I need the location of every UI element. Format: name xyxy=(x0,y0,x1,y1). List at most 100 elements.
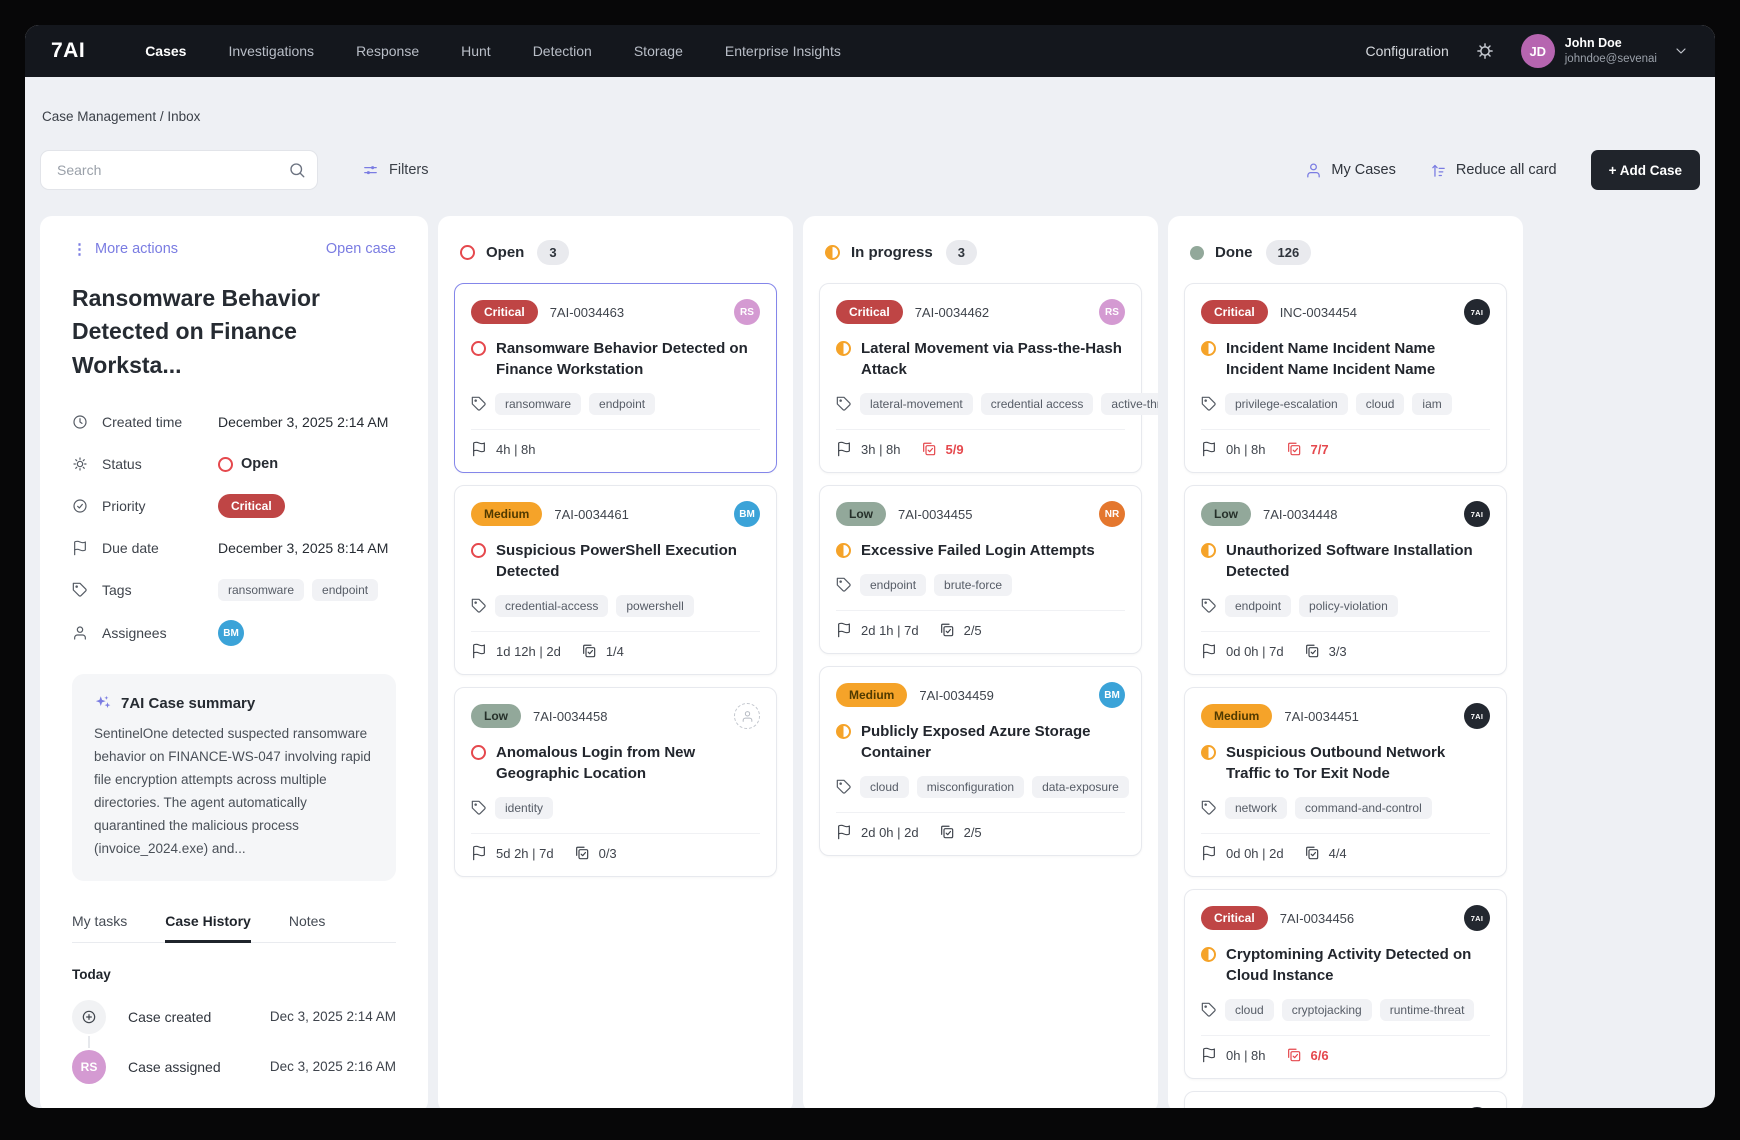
nav-item-investigations[interactable]: Investigations xyxy=(228,43,314,59)
task-count: 2/5 xyxy=(964,623,982,638)
vertical-dots-icon: ⋮ xyxy=(72,240,87,258)
status-open-icon xyxy=(460,245,475,260)
case-card[interactable]: Medium7AI-0034459BMPublicly Exposed Azur… xyxy=(819,666,1142,856)
tag-chip: lateral-movement xyxy=(860,393,973,415)
status-open-icon xyxy=(471,745,486,760)
card-footer: 0d 0h | 7d3/3 xyxy=(1201,643,1490,659)
tag-chip: command-and-control xyxy=(1295,797,1432,819)
case-summary-text: SentinelOne detected suspected ransomwar… xyxy=(94,723,374,861)
card-title-row: Unauthorized Software Installation Detec… xyxy=(1201,540,1490,582)
case-id: 7AI-0034459 xyxy=(919,688,1087,703)
card-title: Incident Name Incident Name Incident Nam… xyxy=(1226,338,1490,380)
user-meta: John Doe johndoe@sevenai xyxy=(1565,35,1657,66)
field-label: Priority xyxy=(102,498,218,514)
tag-chip: cloud xyxy=(860,776,909,798)
search-icon xyxy=(288,161,306,179)
field-row: Tagsransomwareendpoint xyxy=(72,578,396,602)
tag-chip: iam xyxy=(1412,393,1451,415)
tag-icon xyxy=(836,396,852,412)
add-case-button[interactable]: + Add Case xyxy=(1591,150,1700,190)
case-card[interactable]: Medium7AI-0034461BMSuspicious PowerShell… xyxy=(454,485,777,675)
case-id: 7AI-0034455 xyxy=(898,507,1087,522)
task-counter: 5/9 xyxy=(921,441,964,457)
toolbar: Filters My Cases Reduce all card + Add C… xyxy=(40,150,1700,190)
case-card[interactable]: Low7AI-0034455NRExcessive Failed Login A… xyxy=(819,485,1142,654)
sparkles-icon xyxy=(94,694,112,712)
nav-item-storage[interactable]: Storage xyxy=(634,43,683,59)
my-cases-button[interactable]: My Cases xyxy=(1305,162,1395,179)
card-time: 5d 2h | 7d xyxy=(496,846,554,861)
tab-case-history[interactable]: Case History xyxy=(165,913,251,942)
flag-icon xyxy=(1201,1047,1217,1063)
gear-icon[interactable] xyxy=(1475,41,1495,61)
case-card[interactable]: Critical7AI-00344567AICryptomining Activ… xyxy=(1184,889,1507,1079)
card-title-row: Incident Name Incident Name Incident Nam… xyxy=(1201,338,1490,380)
tab-notes[interactable]: Notes xyxy=(289,913,326,942)
case-card[interactable]: Medium7AI-00344517AISuspicious Outbound … xyxy=(1184,687,1507,877)
field-label: Due date xyxy=(102,540,218,556)
case-id: 7AI-0034461 xyxy=(554,507,722,522)
flag-icon xyxy=(72,540,88,556)
card-title: Suspicious PowerShell Execution Detected xyxy=(496,540,760,582)
timeline-label: Case created xyxy=(128,1009,270,1025)
task-count: 5/9 xyxy=(946,442,964,457)
tag-icon xyxy=(1201,800,1217,816)
status-progress-icon xyxy=(1201,543,1216,558)
detail-actions-row: ⋮ More actions Open case xyxy=(72,240,396,258)
case-card[interactable]: Low7AI-00344487AIUnauthorized Software I… xyxy=(1184,485,1507,675)
tag-chip: endpoint xyxy=(312,579,378,601)
field-row: Due dateDecember 3, 2025 8:14 AM xyxy=(72,536,396,560)
tag-chip: powershell xyxy=(616,595,693,617)
filters-button[interactable]: Filters xyxy=(362,162,428,179)
case-card[interactable]: Critical7AI-0034463RSRansomware Behavior… xyxy=(454,283,777,473)
assignee-avatar: BM xyxy=(1099,682,1125,708)
case-card[interactable]: Critical7AI-00344607AIMalicious Process … xyxy=(1184,1091,1507,1108)
timeline-connector xyxy=(88,1036,90,1048)
nav-item-enterprise-insights[interactable]: Enterprise Insights xyxy=(725,43,841,59)
status-open-icon xyxy=(471,341,486,356)
nav-item-detection[interactable]: Detection xyxy=(533,43,592,59)
logo-avatar: 7AI xyxy=(1464,905,1490,931)
open-case-link[interactable]: Open case xyxy=(326,241,396,257)
nav-item-cases[interactable]: Cases xyxy=(145,43,186,59)
case-card[interactable]: Low7AI-0034458Anomalous Login from New G… xyxy=(454,687,777,877)
card-time: 0d 0h | 2d xyxy=(1226,846,1284,861)
card-tags: credential-accesspowershell xyxy=(471,595,760,617)
case-detail-panel: ⋮ More actions Open case Ransomware Beha… xyxy=(40,216,428,1108)
priority-badge: Medium xyxy=(471,502,542,526)
tab-my-tasks[interactable]: My tasks xyxy=(72,913,127,942)
card-header: Critical7AI-0034462RS xyxy=(836,299,1125,325)
user-icon xyxy=(72,625,88,641)
more-actions-button[interactable]: ⋮ More actions xyxy=(72,240,178,258)
unassigned-avatar xyxy=(734,703,760,729)
case-card[interactable]: CriticalINC-00344547AIIncident Name Inci… xyxy=(1184,283,1507,473)
task-count: 0/3 xyxy=(599,846,617,861)
tag-chip: misconfiguration xyxy=(917,776,1024,798)
flag-icon xyxy=(1201,845,1217,861)
case-summary-header: 7AI Case summary xyxy=(94,694,374,712)
user-menu[interactable]: JD John Doe johndoe@sevenai xyxy=(1521,34,1689,68)
tag-chip: cryptojacking xyxy=(1282,999,1372,1021)
nav-item-response[interactable]: Response xyxy=(356,43,419,59)
column-header: Open3 xyxy=(460,240,771,265)
tag-chip: network xyxy=(1225,797,1287,819)
workspace: ⋮ More actions Open case Ransomware Beha… xyxy=(40,216,1700,1108)
tag-icon xyxy=(836,577,852,593)
task-counter: 7/7 xyxy=(1286,441,1329,457)
card-tags: cloudcryptojackingruntime-threat xyxy=(1201,999,1490,1021)
flag-icon xyxy=(1201,441,1217,457)
reduce-all-button[interactable]: Reduce all card xyxy=(1430,162,1557,179)
nav-item-hunt[interactable]: Hunt xyxy=(461,43,491,59)
case-card[interactable]: Critical7AI-0034462RSLateral Movement vi… xyxy=(819,283,1142,473)
case-id: 7AI-0034463 xyxy=(550,305,722,320)
card-divider xyxy=(471,631,760,632)
card-time: 1d 12h | 2d xyxy=(496,644,561,659)
search-input[interactable] xyxy=(40,150,318,190)
card-tags: ransomwareendpoint xyxy=(471,393,760,415)
filters-label: Filters xyxy=(389,162,428,178)
nav-item-configuration[interactable]: Configuration xyxy=(1365,43,1448,59)
assignee-avatar: NR xyxy=(1099,501,1125,527)
card-footer: 4h | 8h xyxy=(471,441,760,457)
card-divider xyxy=(1201,631,1490,632)
field-row: PriorityCritical xyxy=(72,494,396,518)
